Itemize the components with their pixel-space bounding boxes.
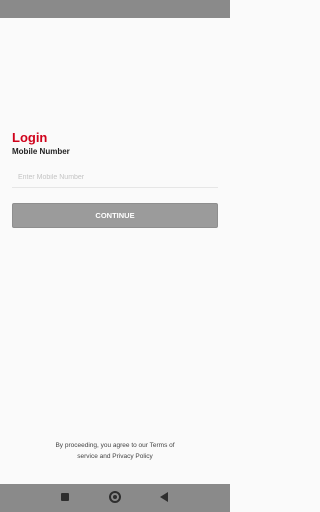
- home-circle-icon[interactable]: [109, 491, 121, 503]
- terms-line-2: service and Privacy Policy: [77, 453, 153, 460]
- mobile-number-input[interactable]: [12, 168, 218, 188]
- continue-button[interactable]: CONTINUE: [12, 203, 218, 228]
- terms-notice: By proceeding, you agree to our Terms of…: [15, 440, 215, 462]
- system-navigation-bar: [0, 484, 230, 512]
- mobile-number-label: Mobile Number: [12, 147, 70, 156]
- status-bar: [0, 0, 230, 18]
- terms-line-1: By proceeding, you agree to our Terms of: [55, 442, 175, 449]
- login-screen: Login Mobile Number CONTINUE By proceedi…: [0, 0, 230, 512]
- recents-square-icon[interactable]: [61, 493, 69, 501]
- page-title: Login: [12, 130, 48, 145]
- back-triangle-icon[interactable]: [160, 492, 168, 502]
